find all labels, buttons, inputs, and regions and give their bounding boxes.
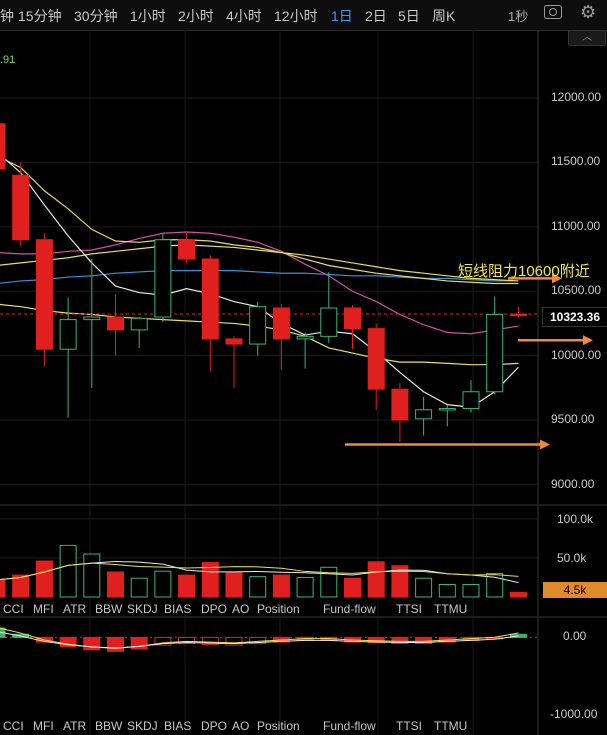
- osc-bar: [83, 636, 101, 651]
- volume-bar: [438, 583, 456, 598]
- candle-body: [12, 174, 30, 241]
- candle-body: [296, 335, 314, 340]
- low-arrow-head: [540, 439, 550, 450]
- indicator-tab[interactable]: MFI: [33, 719, 54, 733]
- ma-line-blue: [0, 270, 519, 284]
- indicator-tab[interactable]: TTSI: [396, 602, 422, 616]
- osc-bar: [107, 636, 124, 652]
- price-tick-label: 11000.00: [551, 218, 601, 233]
- candle-body: [415, 409, 433, 420]
- volume-bar: [130, 577, 148, 598]
- osc-tick-label: -1000.00: [550, 707, 598, 721]
- indicator-tab[interactable]: MFI: [33, 602, 54, 616]
- candle-body: [344, 307, 361, 330]
- volume-bar: [249, 576, 267, 598]
- indicator-tab[interactable]: Fund-flow: [323, 602, 376, 616]
- indicator-tab[interactable]: DPO: [201, 602, 227, 616]
- candle-body: [178, 239, 196, 260]
- candle-body: [154, 239, 172, 318]
- candle-body: [438, 407, 456, 411]
- candle-body: [0, 123, 6, 170]
- candle-body: [59, 319, 77, 350]
- indicator-tab[interactable]: Position: [257, 602, 300, 616]
- volume-bar: [296, 576, 314, 598]
- indicator-tab[interactable]: TTSI: [396, 719, 422, 733]
- indicator-tab[interactable]: SKDJ: [127, 719, 158, 733]
- price-tick-label: 10500.00: [551, 283, 602, 298]
- volume-bar: [83, 553, 101, 598]
- candle-body: [272, 307, 290, 340]
- volume-bar: [107, 571, 124, 598]
- osc-tick-label: 0.00: [563, 629, 587, 644]
- candle-body: [201, 258, 219, 340]
- candle-body: [130, 317, 148, 331]
- price-tick-label: 11500.00: [551, 154, 601, 169]
- volume-bar: [415, 577, 433, 598]
- indicator-tab[interactable]: ATR: [63, 602, 86, 616]
- indicator-tab[interactable]: BBW: [95, 602, 122, 616]
- volume-bar: [0, 579, 6, 598]
- volume-bar: [59, 544, 77, 598]
- indicator-tab[interactable]: TTMU: [434, 602, 467, 616]
- ma-line-slow: [0, 156, 519, 285]
- volume-bar: [509, 591, 527, 598]
- indicator-tab[interactable]: CCI: [3, 719, 24, 733]
- indicator-tab[interactable]: TTMU: [434, 719, 467, 733]
- resistance-annotation: 短线阻力10600附近: [458, 263, 590, 280]
- candle-body: [462, 391, 480, 409]
- candle-body: [486, 313, 504, 393]
- volume-bar: [320, 566, 338, 598]
- volume-bar: [272, 574, 290, 598]
- indicator-tab[interactable]: BIAS: [164, 719, 191, 733]
- indicator-tab[interactable]: Position: [257, 719, 300, 733]
- volume-bar: [344, 577, 361, 598]
- candle-body: [509, 313, 527, 317]
- current-price-tag: 10323.36: [542, 307, 607, 327]
- volume-bar: [178, 574, 196, 598]
- candle-body: [225, 338, 243, 345]
- volume-bar: [35, 560, 53, 598]
- price-tick-label: 12000.00: [551, 90, 602, 104]
- candle-body: [320, 307, 338, 337]
- indicator-tab[interactable]: DPO: [201, 719, 227, 733]
- volume-tick-label: 50.0k: [557, 550, 587, 565]
- price-tick-label: 10000.00: [551, 347, 602, 362]
- support-arrow-head: [583, 335, 593, 346]
- candle-body: [83, 316, 101, 321]
- indicator-tab[interactable]: SKDJ: [127, 602, 158, 616]
- volume-bar: [462, 583, 480, 598]
- volume-tick-label: 100.0k: [557, 511, 594, 526]
- price-tick-label: 9000.00: [551, 476, 595, 491]
- candlestick-chart[interactable]: [0, 0, 607, 735]
- indicator-tab[interactable]: AO: [232, 602, 249, 616]
- price-tick-label: 9500.00: [551, 412, 595, 427]
- candle-body: [35, 239, 53, 350]
- candle-body: [367, 328, 385, 390]
- volume-bar: [225, 571, 243, 598]
- indicator-tab[interactable]: Fund-flow: [323, 719, 376, 733]
- candle-body: [107, 316, 124, 331]
- volume-tag: 4.5k: [543, 582, 607, 598]
- indicator-tab[interactable]: CCI: [3, 602, 24, 616]
- indicator-tab[interactable]: AO: [232, 719, 249, 733]
- indicator-tab[interactable]: BBW: [95, 719, 122, 733]
- candle-body: [391, 388, 409, 421]
- volume-bar: [367, 561, 385, 598]
- candle-body: [249, 306, 267, 345]
- indicator-tab[interactable]: ATR: [63, 719, 86, 733]
- indicator-tab[interactable]: BIAS: [164, 602, 191, 616]
- volume-bar: [154, 570, 172, 598]
